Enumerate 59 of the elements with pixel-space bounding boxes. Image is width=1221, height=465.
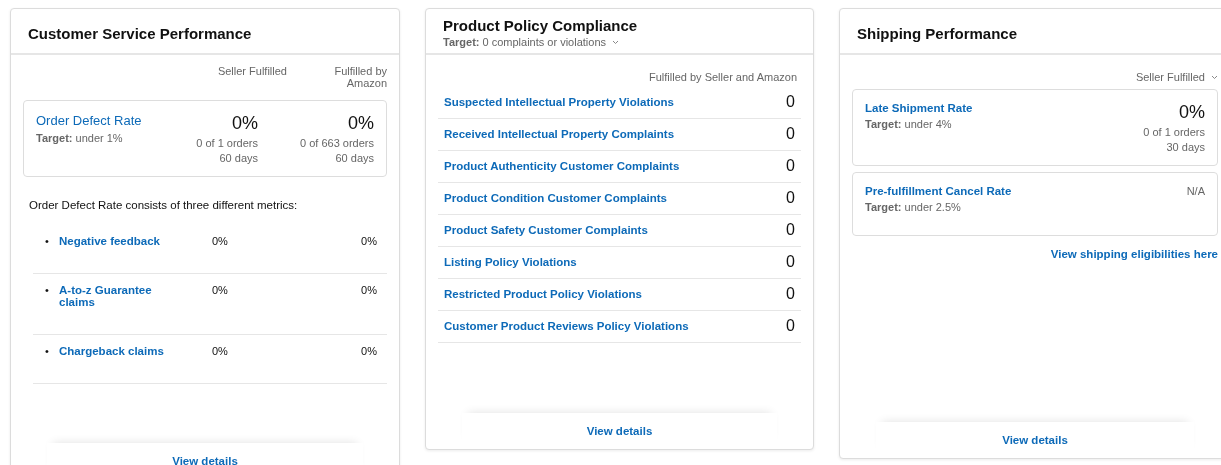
card-title: Shipping Performance bbox=[857, 24, 1019, 42]
target-text: Target: under 4% bbox=[865, 118, 953, 130]
metric-value: 0% bbox=[360, 345, 377, 357]
orders-count: 0 of 1 orders bbox=[1143, 126, 1205, 138]
column-header: Fulfilled by Amazon bbox=[333, 65, 387, 89]
orders-count: 0 of 663 orders bbox=[300, 137, 374, 149]
metric-value: 0% bbox=[360, 284, 377, 298]
metric-value: 0% bbox=[211, 235, 229, 247]
policy-link[interactable]: Product Safety Customer Complaints bbox=[444, 224, 648, 236]
view-details-link[interactable]: View details bbox=[586, 425, 653, 437]
metric-link[interactable]: Pre-fulfillment Cancel Rate bbox=[865, 185, 1079, 197]
period-text: 30 days bbox=[1166, 141, 1205, 153]
metric-value: 0% bbox=[211, 345, 229, 357]
count-value: 0 bbox=[786, 157, 795, 175]
count-value: 0 bbox=[786, 221, 795, 239]
description-text: Order Defect Rate consists of three different metrics: bbox=[29, 199, 299, 211]
metric-link[interactable]: Late Shipment Rate bbox=[865, 102, 1079, 114]
count-value: 0 bbox=[786, 285, 795, 303]
count-value: 0 bbox=[786, 93, 795, 111]
period-text: 60 days bbox=[219, 152, 258, 164]
metric-value: 0% bbox=[1179, 102, 1205, 123]
count-value: 0 bbox=[786, 253, 795, 271]
filter-dropdown[interactable]: Seller Fulfilled bbox=[1135, 71, 1205, 83]
metric-value: N/A bbox=[1186, 185, 1205, 197]
policy-link[interactable]: Product Condition Customer Complaints bbox=[444, 192, 667, 204]
metric-value: 0% bbox=[232, 113, 258, 134]
card-title: Customer Service Performance bbox=[28, 24, 253, 42]
policy-link[interactable]: Received Intellectual Property Complaints bbox=[444, 128, 675, 140]
policy-link[interactable]: Restricted Product Policy Violations bbox=[444, 288, 642, 300]
column-header: Seller Fulfilled bbox=[216, 65, 287, 79]
view-details-link[interactable]: View details bbox=[172, 455, 238, 465]
target-text: Target: under 2.5% bbox=[865, 201, 962, 213]
metric-value: 0% bbox=[211, 284, 229, 298]
metric-link[interactable]: Negative feedback bbox=[59, 235, 179, 247]
count-value: 0 bbox=[786, 317, 795, 335]
metric-link[interactable]: A-to-z Guarantee claims bbox=[59, 284, 179, 308]
policy-link[interactable]: Customer Product Reviews Policy Violations bbox=[444, 320, 689, 332]
target-text: Target: under 1% bbox=[36, 132, 124, 144]
card-title: Product Policy Compliance bbox=[443, 17, 639, 34]
metric-link[interactable]: Order Defect Rate bbox=[36, 113, 182, 128]
count-value: 0 bbox=[786, 189, 795, 207]
chevron-down-icon bbox=[1211, 74, 1218, 80]
metric-value: 0% bbox=[360, 235, 377, 247]
metric-link[interactable]: Chargeback claims bbox=[59, 345, 179, 357]
policy-link[interactable]: Suspected Intellectual Property Violations bbox=[444, 96, 674, 108]
chevron-down-icon bbox=[612, 39, 620, 45]
bullet: • bbox=[45, 345, 50, 357]
bullet: • bbox=[45, 284, 50, 298]
column-header: Fulfilled by Seller and Amazon bbox=[649, 71, 797, 83]
bullet: • bbox=[45, 235, 50, 247]
target-text: Target: 0 complaints or violations bbox=[443, 36, 607, 48]
shipping-eligibility-link[interactable]: View shipping eligibilities here bbox=[1050, 248, 1218, 260]
policy-link[interactable]: Listing Policy Violations bbox=[444, 256, 577, 268]
view-details-link[interactable]: View details bbox=[1002, 434, 1068, 446]
count-value: 0 bbox=[786, 125, 795, 143]
period-text: 60 days bbox=[335, 152, 374, 164]
metric-value: 0% bbox=[348, 113, 374, 134]
orders-count: 0 of 1 orders bbox=[196, 137, 258, 149]
policy-link[interactable]: Product Authenticity Customer Complaints bbox=[444, 160, 680, 172]
